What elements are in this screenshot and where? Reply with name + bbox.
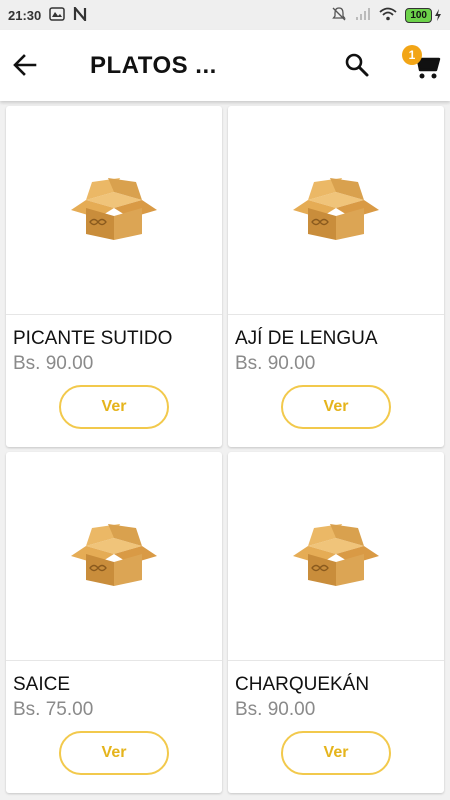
battery-indicator: 100 [405,7,442,23]
box-placeholder-icon [293,178,379,240]
product-price: Bs. 75.00 [13,699,94,720]
mute-icon [331,6,347,25]
battery-level: 100 [405,7,432,23]
card-divider [6,660,222,661]
product-card[interactable]: PICANTE SUTIDO Bs. 90.00 Ver [6,106,222,447]
view-button[interactable]: Ver [281,385,391,429]
card-divider [228,314,444,315]
arrow-left-icon [13,54,37,76]
view-button[interactable]: Ver [59,731,169,775]
product-price: Bs. 90.00 [235,353,316,374]
card-divider [228,660,444,661]
box-placeholder-icon [71,524,157,586]
box-placeholder-icon [293,524,379,586]
product-price: Bs. 90.00 [13,353,94,374]
product-name: SAICE [13,674,71,695]
cart-count-badge: 1 [402,45,422,65]
page-title: PLATOS ... [90,52,217,79]
wifi-icon [379,7,397,24]
search-icon [345,53,369,77]
product-card[interactable]: AJÍ DE LENGUA Bs. 90.00 Ver [228,106,444,447]
back-button[interactable] [10,50,40,80]
box-placeholder-icon [71,178,157,240]
signal-icon [355,7,371,24]
n-notification-icon [73,4,87,24]
product-image [228,452,444,660]
status-bar: 21:30 100 [0,0,450,30]
gallery-notification-icon [49,6,65,24]
view-button[interactable]: Ver [59,385,169,429]
status-time: 21:30 [8,7,42,23]
product-name: AJÍ DE LENGUA [235,328,378,349]
product-image [6,452,222,660]
product-card[interactable]: SAICE Bs. 75.00 Ver [6,452,222,793]
card-divider [6,314,222,315]
view-button[interactable]: Ver [281,731,391,775]
product-image [228,106,444,314]
product-card[interactable]: CHARQUEKÁN Bs. 90.00 Ver [228,452,444,793]
search-button[interactable] [342,50,372,80]
product-name: CHARQUEKÁN [235,674,370,695]
product-image [6,106,222,314]
product-price: Bs. 90.00 [235,699,316,720]
app-bar: PLATOS ... 1 [0,30,450,101]
product-name: PICANTE SUTIDO [13,328,173,349]
charging-icon [435,9,441,21]
